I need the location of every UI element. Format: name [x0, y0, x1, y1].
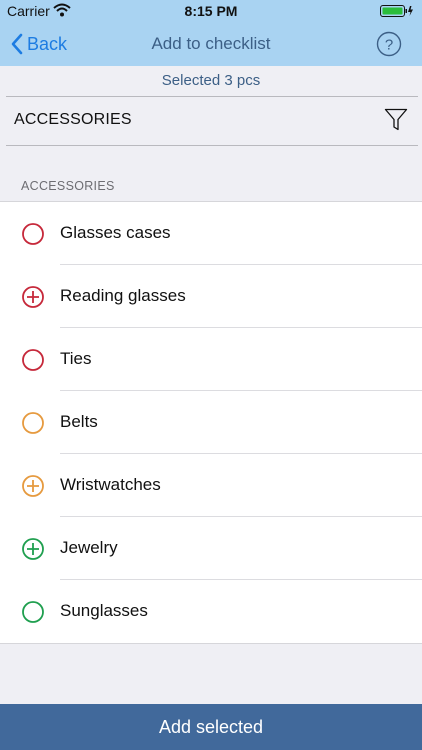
list-item[interactable]: Wristwatches: [0, 454, 422, 517]
circle-icon[interactable]: [22, 601, 44, 623]
list-item[interactable]: Sunglasses: [0, 580, 422, 643]
add-selected-button[interactable]: Add selected: [0, 704, 422, 750]
list-item-label: Wristwatches: [60, 475, 161, 494]
list-item-label: Glasses cases: [60, 223, 171, 242]
list-item[interactable]: Glasses cases: [0, 202, 422, 265]
circle-icon[interactable]: [22, 349, 44, 371]
list-item[interactable]: Belts: [0, 391, 422, 454]
plus-circle-icon[interactable]: [22, 538, 44, 560]
navigation-bar: Back Add to checklist ?: [0, 22, 422, 66]
circle-icon[interactable]: [22, 223, 44, 245]
funnel-icon[interactable]: [384, 108, 408, 132]
category-filter-row[interactable]: ACCESSORIES: [6, 96, 418, 146]
help-icon: ?: [376, 31, 402, 57]
plus-circle-icon[interactable]: [22, 475, 44, 497]
list-item[interactable]: Ties: [0, 328, 422, 391]
status-bar: Carrier 8:15 PM: [0, 0, 422, 22]
page-title: Add to checklist: [151, 34, 271, 53]
help-glyph: ?: [385, 37, 393, 54]
list-item-label: Ties: [60, 349, 92, 368]
plus-circle-icon[interactable]: [22, 286, 44, 308]
category-filter-value: ACCESSORIES: [14, 111, 132, 128]
help-button[interactable]: ?: [376, 31, 402, 57]
list-item-label: Belts: [60, 412, 98, 431]
status-time: 8:15 PM: [184, 3, 238, 19]
battery-icon: [380, 4, 414, 18]
section-header: ACCESSORIES: [21, 179, 115, 193]
list-item-label: Reading glasses: [60, 286, 186, 305]
list-item[interactable]: Jewelry: [0, 517, 422, 580]
circle-icon[interactable]: [22, 412, 44, 434]
list-item-label: Sunglasses: [60, 601, 148, 620]
checklist-items: Glasses cases Reading glasses Ties Belts Wri…: [0, 201, 422, 644]
list-item[interactable]: Reading glasses: [0, 265, 422, 328]
selection-count: Selected 3 pcs: [0, 66, 422, 96]
list-item-label: Jewelry: [60, 538, 118, 557]
